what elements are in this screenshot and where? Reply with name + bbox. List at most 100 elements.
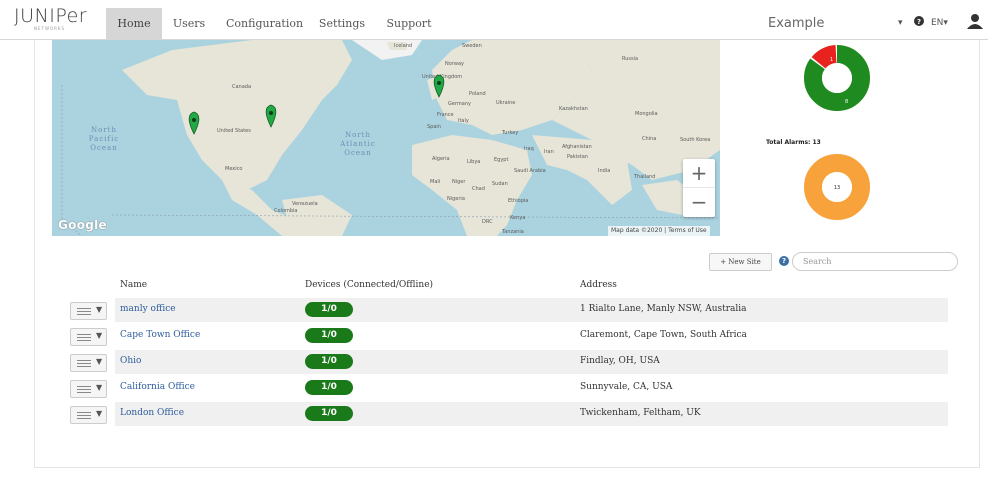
column-header-devices[interactable]: Devices (Connected/Offline) — [305, 280, 433, 290]
map-label-poland: Poland — [469, 91, 486, 97]
devices-status-badge: 1/0 — [305, 328, 353, 343]
help-icon[interactable]: ? — [779, 256, 789, 266]
map-label-pakistan: Pakistan — [567, 154, 588, 160]
user-icon[interactable] — [967, 13, 983, 32]
row-actions-menu[interactable]: ▼ — [70, 354, 107, 372]
top-nav-bar: JUNIPer NETWORKS Home Users Configuratio… — [0, 0, 988, 40]
devices-status-badge: 1/0 — [305, 354, 353, 369]
donut-green-value: 8 — [845, 99, 848, 105]
sites-map[interactable]: Canada United States Mexico Venezuela Co… — [52, 40, 720, 236]
question-circle-icon[interactable]: ? — [914, 16, 924, 29]
map-label-south-korea: South Korea — [680, 137, 710, 143]
map-label-italy: Italy — [458, 118, 469, 124]
map-label-kenya: Kenya — [510, 215, 525, 221]
chevron-down-icon: ▼ — [96, 305, 103, 314]
language-selector[interactable]: EN▾ — [931, 18, 948, 28]
map-label-iceland: Iceland — [394, 43, 412, 49]
map-label-north-pacific-2: Pacific — [89, 135, 119, 143]
site-address: Findlay, OH, USA — [580, 356, 660, 366]
map-label-niger: Niger — [452, 179, 466, 185]
hamburger-icon — [77, 412, 91, 419]
map-label-chad: Chad — [472, 186, 485, 192]
hamburger-icon — [77, 308, 91, 315]
site-name-link[interactable]: Cape Town Office — [120, 330, 200, 340]
donut-red-value: 1 — [830, 57, 833, 63]
map-label-russia: Russia — [622, 56, 638, 62]
tab-support[interactable]: Support — [384, 8, 434, 40]
map-canvas: Canada United States Mexico Venezuela Co… — [52, 40, 720, 236]
zoom-in-button[interactable]: + — [683, 159, 715, 188]
tab-configuration[interactable]: Configuration — [226, 8, 303, 40]
row-actions-menu[interactable]: ▼ — [70, 406, 107, 424]
row-actions-menu[interactable]: ▼ — [70, 328, 107, 346]
row-actions-menu[interactable]: ▼ — [70, 380, 107, 398]
alarms-donut-chart[interactable]: 1 8 — [803, 44, 871, 112]
devices-status-badge: 1/0 — [305, 380, 353, 395]
total-alarms-donut-chart[interactable]: 13 — [803, 153, 871, 221]
hamburger-icon — [77, 360, 91, 367]
map-label-germany: Germany — [448, 101, 471, 107]
site-address: 1 Rialto Lane, Manly NSW, Australia — [580, 304, 747, 314]
google-logo: Google — [58, 218, 107, 232]
tab-settings[interactable]: Settings — [316, 8, 368, 40]
map-label-north-pacific-1: North — [91, 126, 117, 134]
map-label-libya: Libya — [467, 159, 480, 165]
map-label-ukraine: Ukraine — [496, 100, 515, 106]
map-label-saudi-arabia: Saudi Arabia — [514, 168, 546, 174]
svg-text:?: ? — [917, 18, 921, 26]
map-label-kazakhstan: Kazakhstan — [559, 106, 588, 112]
chevron-down-icon: ▼ — [96, 331, 103, 340]
tab-users[interactable]: Users — [168, 8, 210, 40]
new-site-button[interactable]: + New Site — [709, 253, 772, 271]
language-caret: ▾ — [943, 18, 948, 28]
map-label-sudan: Sudan — [492, 181, 508, 187]
map-label-canada: Canada — [232, 84, 251, 90]
map-label-afghanistan: Afghanistan — [562, 144, 592, 150]
map-label-north-atlantic-1: North — [345, 131, 371, 139]
map-label-mexico: Mexico — [225, 166, 242, 172]
map-label-north-pacific-3: Ocean — [90, 144, 117, 152]
table-row: manly office 1/0 1 Rialto Lane, Manly NS… — [115, 298, 948, 322]
juniper-logo[interactable]: JUNIPer NETWORKS — [14, 5, 88, 36]
map-label-egypt: Egypt — [494, 157, 508, 163]
map-label-nigeria: Nigeria — [447, 196, 465, 202]
site-name-link[interactable]: London Office — [120, 408, 184, 418]
tab-home[interactable]: Home — [106, 8, 162, 40]
map-label-ethiopia: Ethiopia — [508, 198, 528, 204]
map-label-algeria: Algeria — [432, 156, 450, 162]
column-header-name[interactable]: Name — [120, 280, 147, 290]
hamburger-icon — [77, 334, 91, 341]
devices-status-badge: 1/0 — [305, 406, 353, 421]
table-row: California Office 1/0 Sunnyvale, CA, USA — [115, 376, 948, 400]
total-alarms-label: Total Alarms: 13 — [766, 139, 821, 146]
site-name-link[interactable]: California Office — [120, 382, 195, 392]
chevron-down-icon: ▼ — [96, 383, 103, 392]
map-label-iran: Iran — [544, 149, 554, 155]
chevron-down-icon: ▼ — [96, 409, 103, 418]
map-label-china: China — [642, 136, 656, 142]
total-alarms-donut-value: 13 — [834, 185, 840, 191]
org-name[interactable]: Example — [768, 16, 824, 31]
site-name-link[interactable]: Ohio — [120, 356, 141, 366]
site-name-link[interactable]: manly office — [120, 304, 176, 314]
devices-status-badge: 1/0 — [305, 302, 353, 317]
zoom-out-button[interactable]: − — [683, 188, 715, 217]
map-label-sweden: Sweden — [462, 43, 482, 49]
site-address: Sunnyvale, CA, USA — [580, 382, 673, 392]
map-label-north-atlantic-2: Atlantic — [339, 140, 376, 148]
terms-of-use-link[interactable]: Terms of Use — [668, 227, 706, 234]
map-label-thailand: Thailand — [633, 174, 655, 180]
column-header-address[interactable]: Address — [580, 280, 617, 290]
org-dropdown-caret[interactable]: ▾ — [898, 18, 903, 28]
language-label: EN — [931, 18, 944, 28]
map-label-norway: Norway — [445, 61, 464, 67]
row-actions-menu[interactable]: ▼ — [70, 302, 107, 320]
map-label-united-states: United States — [217, 128, 251, 134]
map-label-drc: DRC — [482, 219, 493, 225]
table-row: Ohio 1/0 Findlay, OH, USA — [115, 350, 948, 374]
chevron-down-icon: ▼ — [96, 357, 103, 366]
map-data-credit: Map data ©2020 — [611, 227, 663, 234]
logo-wordmark: JUNIPer — [14, 5, 88, 27]
map-label-india: India — [598, 168, 610, 174]
search-input[interactable] — [792, 252, 958, 271]
